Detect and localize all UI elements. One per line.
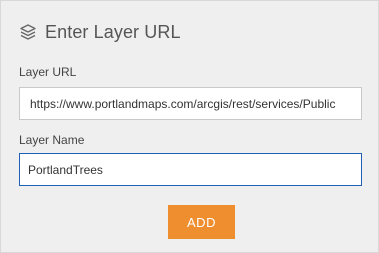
layer-name-label: Layer Name: [19, 133, 85, 147]
layer-name-input[interactable]: [19, 153, 362, 186]
panel-title: Enter Layer URL: [45, 21, 181, 42]
enter-layer-url-panel: Enter Layer URL Layer URL Layer Name ADD: [0, 0, 379, 253]
layers-icon: [19, 23, 37, 41]
layer-url-input[interactable]: [19, 87, 362, 120]
add-button[interactable]: ADD: [168, 205, 235, 239]
panel-header: Enter Layer URL: [19, 19, 181, 45]
add-button-wrapper: ADD: [168, 205, 235, 239]
layer-url-label: Layer URL: [19, 65, 77, 79]
